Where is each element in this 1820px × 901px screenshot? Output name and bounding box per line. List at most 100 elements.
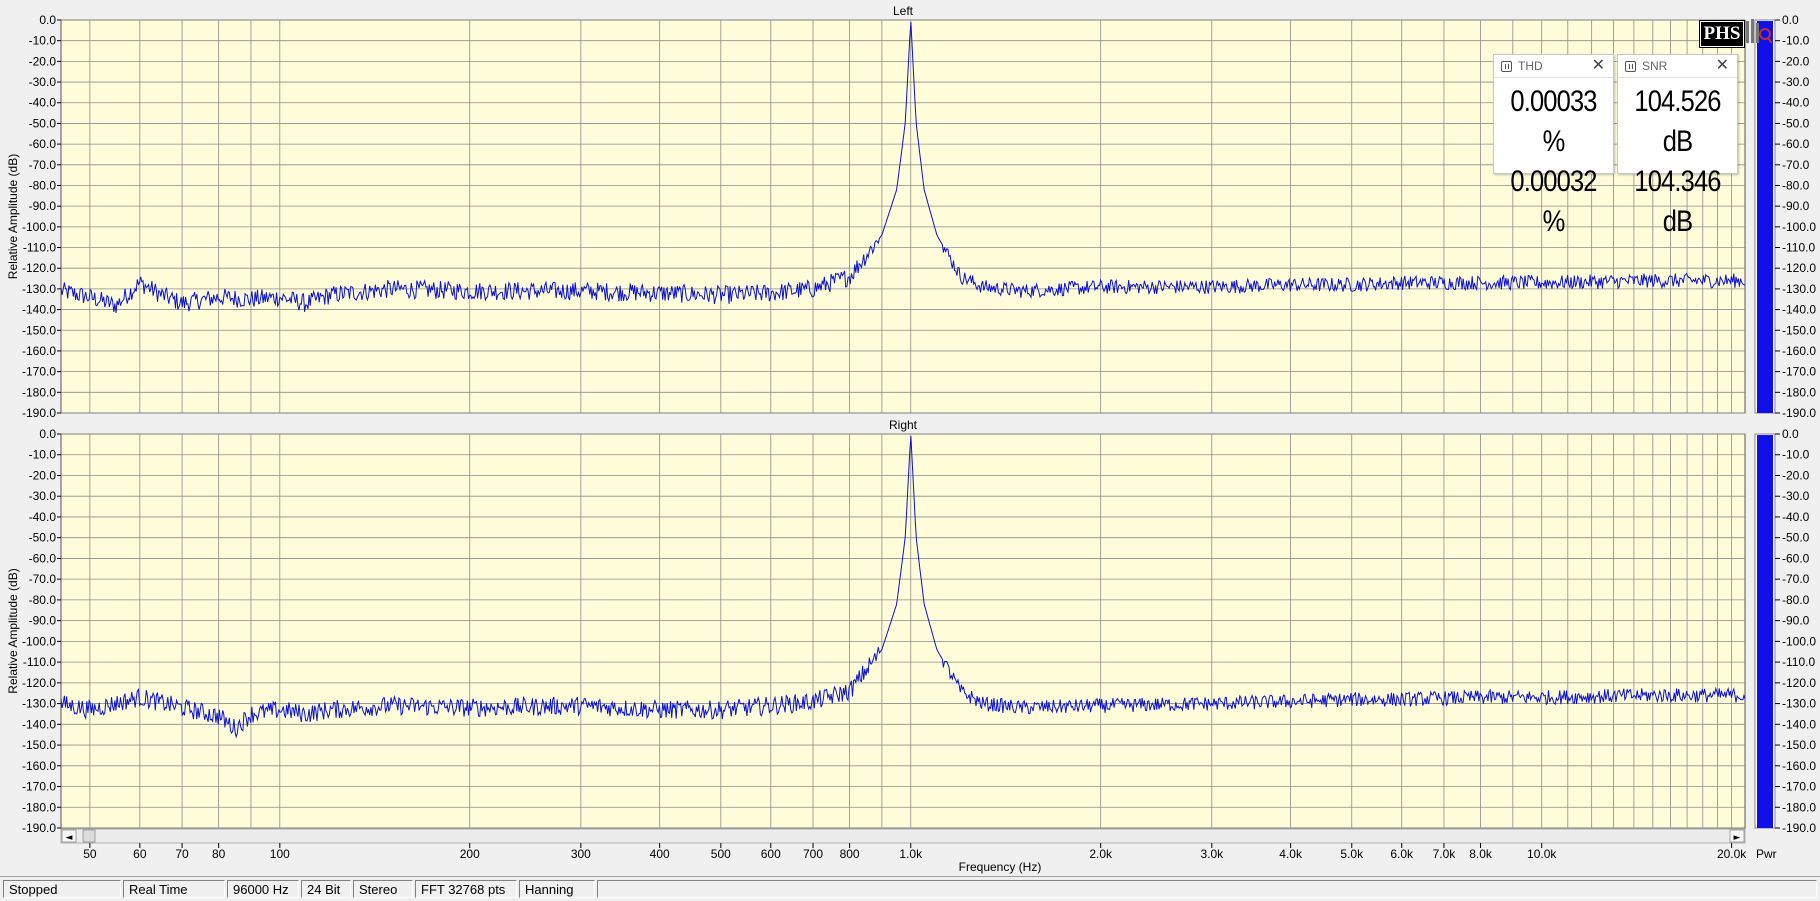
thd-meter-header[interactable]: THD ✕ (1494, 55, 1613, 78)
y-tick-label: -110.0 (23, 655, 56, 669)
power-tick-label: -20.0 (1782, 54, 1810, 68)
power-tick-label: -50.0 (1782, 531, 1810, 545)
snr-right-value: 104.346 dB (1634, 165, 1721, 238)
power-tick-label: -130.0 (1782, 697, 1816, 711)
power-meter: 0.0 -10.0 -20.0 -30.0 -40.0 -50.0 -60.0 -70.0 -8… (1754, 13, 1816, 861)
power-level-bar (1757, 435, 1773, 828)
power-tick-label: -140.0 (1782, 303, 1816, 317)
y-tick-label: -120.0 (22, 261, 56, 275)
y-tick-label: -180.0 (22, 800, 56, 814)
y-tick-label: -40.0 (29, 510, 57, 524)
thd-right-value: 0.00032 % (1510, 165, 1597, 238)
power-tick-label: -80.0 (1782, 593, 1810, 607)
y-tick-label: -140.0 (22, 303, 56, 317)
scroll-thumb[interactable] (82, 829, 96, 843)
y-tick-label: -50.0 (29, 116, 57, 130)
status-bar: Stopped Real Time 96000 Hz 24 Bit Stereo… (0, 876, 1820, 901)
x-tick-label: 60 (133, 847, 147, 861)
power-tick-label: -100.0 (1782, 634, 1816, 648)
y-tick-label: -70.0 (29, 158, 57, 172)
snr-meter[interactable]: SNR ✕ 104.526 dB 104.346 dB (1617, 54, 1738, 238)
y-tick-label: -60.0 (29, 551, 57, 565)
y-tick-label: -90.0 (29, 614, 57, 628)
y-tick-label: -150.0 (22, 323, 56, 337)
x-tick-label: 8.0k (1469, 847, 1493, 861)
y-tick-label: 0.0 (39, 13, 56, 27)
status-run-state: Stopped (3, 880, 121, 898)
x-tick-label: 500 (711, 847, 731, 861)
pin-icon[interactable] (1625, 60, 1636, 72)
y-tick-label: -60.0 (29, 137, 57, 151)
power-tick-label: -160.0 (1782, 344, 1816, 358)
audio-logo-icon (1746, 19, 1772, 44)
status-fft-size: FFT 32768 pts (415, 880, 517, 898)
y-tick-label: -120.0 (22, 676, 56, 690)
power-tick-label: -100.0 (1782, 220, 1816, 234)
x-tick-label: 4.0k (1279, 847, 1303, 861)
y-tick-label: -100.0 (22, 220, 56, 234)
x-tick-label: 7.0k (1433, 847, 1457, 861)
power-tick-label: 0.0 (1782, 13, 1799, 27)
thd-meter[interactable]: THD ✕ 0.00033 % 0.00032 % (1493, 54, 1614, 238)
power-label: Pwr (1756, 847, 1777, 861)
status-mode: Real Time (123, 880, 225, 898)
x-tick-label: 5.0k (1340, 847, 1364, 861)
power-tick-label: -140.0 (1782, 717, 1816, 731)
x-tick-label: 800 (840, 847, 860, 861)
y-tick-label: -170.0 (22, 365, 56, 379)
y-tick-label: -130.0 (22, 282, 56, 296)
y-tick-label: -10.0 (29, 34, 57, 48)
power-tick-label: -30.0 (1782, 75, 1810, 89)
status-extra (597, 880, 1817, 898)
power-tick-label: -10.0 (1782, 34, 1810, 48)
x-axis-label: Frequency (Hz) (959, 860, 1042, 874)
power-tick-label: -120.0 (1782, 261, 1816, 275)
y-tick-label: -70.0 (29, 572, 57, 586)
y-tick-label: -50.0 (29, 531, 57, 545)
power-tick-label: -190.0 (1782, 406, 1816, 420)
status-sample-rate: 96000 Hz (227, 880, 299, 898)
thd-left-value: 0.00033 % (1510, 85, 1597, 158)
status-bit-depth: 24 Bit (301, 880, 351, 898)
x-tick-label: 6.0k (1390, 847, 1414, 861)
thd-label: THD (1518, 59, 1543, 73)
power-tick-label: -160.0 (1782, 759, 1816, 773)
panel-title: Left (893, 4, 914, 18)
power-tick-label: -170.0 (1782, 780, 1816, 794)
power-tick-label: -50.0 (1782, 116, 1810, 130)
power-tick-label: -170.0 (1782, 365, 1816, 379)
x-tick-label: 600 (761, 847, 781, 861)
power-tick-label: -40.0 (1782, 510, 1810, 524)
y-axis-label: Relative Amplitude (dB) (6, 154, 20, 279)
y-tick-label: -160.0 (22, 759, 56, 773)
y-tick-label: -100.0 (22, 634, 56, 648)
power-tick-label: -60.0 (1782, 551, 1810, 565)
pin-icon[interactable] (1501, 60, 1512, 72)
power-tick-label: -180.0 (1782, 385, 1816, 399)
power-tick-label: -70.0 (1782, 158, 1810, 172)
power-tick-label: -190.0 (1782, 821, 1816, 835)
x-tick-label: 1.0k (899, 847, 923, 861)
y-tick-label: -140.0 (22, 717, 56, 731)
power-tick-label: -90.0 (1782, 614, 1810, 628)
power-tick-label: -10.0 (1782, 448, 1810, 462)
x-tick-label: 50 (83, 847, 97, 861)
plot-area[interactable] (60, 433, 1746, 829)
y-tick-label: -30.0 (29, 75, 57, 89)
x-tick-label: 200 (460, 847, 480, 861)
status-channels: Stereo (353, 880, 413, 898)
power-tick-label: -150.0 (1782, 738, 1816, 752)
close-icon[interactable]: ✕ (1592, 57, 1605, 75)
y-tick-label: -110.0 (23, 241, 56, 255)
power-tick-label: -110.0 (1782, 241, 1815, 255)
right-channel-panel: 0.0 -10.0 -20.0 -30.0 -40.0 -50.0 -60.0 -70.0 -8… (6, 418, 1746, 835)
power-tick-label: -70.0 (1782, 572, 1810, 586)
phs-logo: PHS (1700, 21, 1744, 47)
close-icon[interactable]: ✕ (1716, 57, 1729, 75)
y-tick-label: -190.0 (22, 821, 56, 835)
power-tick-label: -30.0 (1782, 489, 1810, 503)
power-tick-label: -40.0 (1782, 96, 1810, 110)
power-tick-label: -180.0 (1782, 800, 1816, 814)
horizontal-scrollbar[interactable] (60, 828, 1746, 844)
snr-meter-header[interactable]: SNR ✕ (1618, 55, 1737, 78)
